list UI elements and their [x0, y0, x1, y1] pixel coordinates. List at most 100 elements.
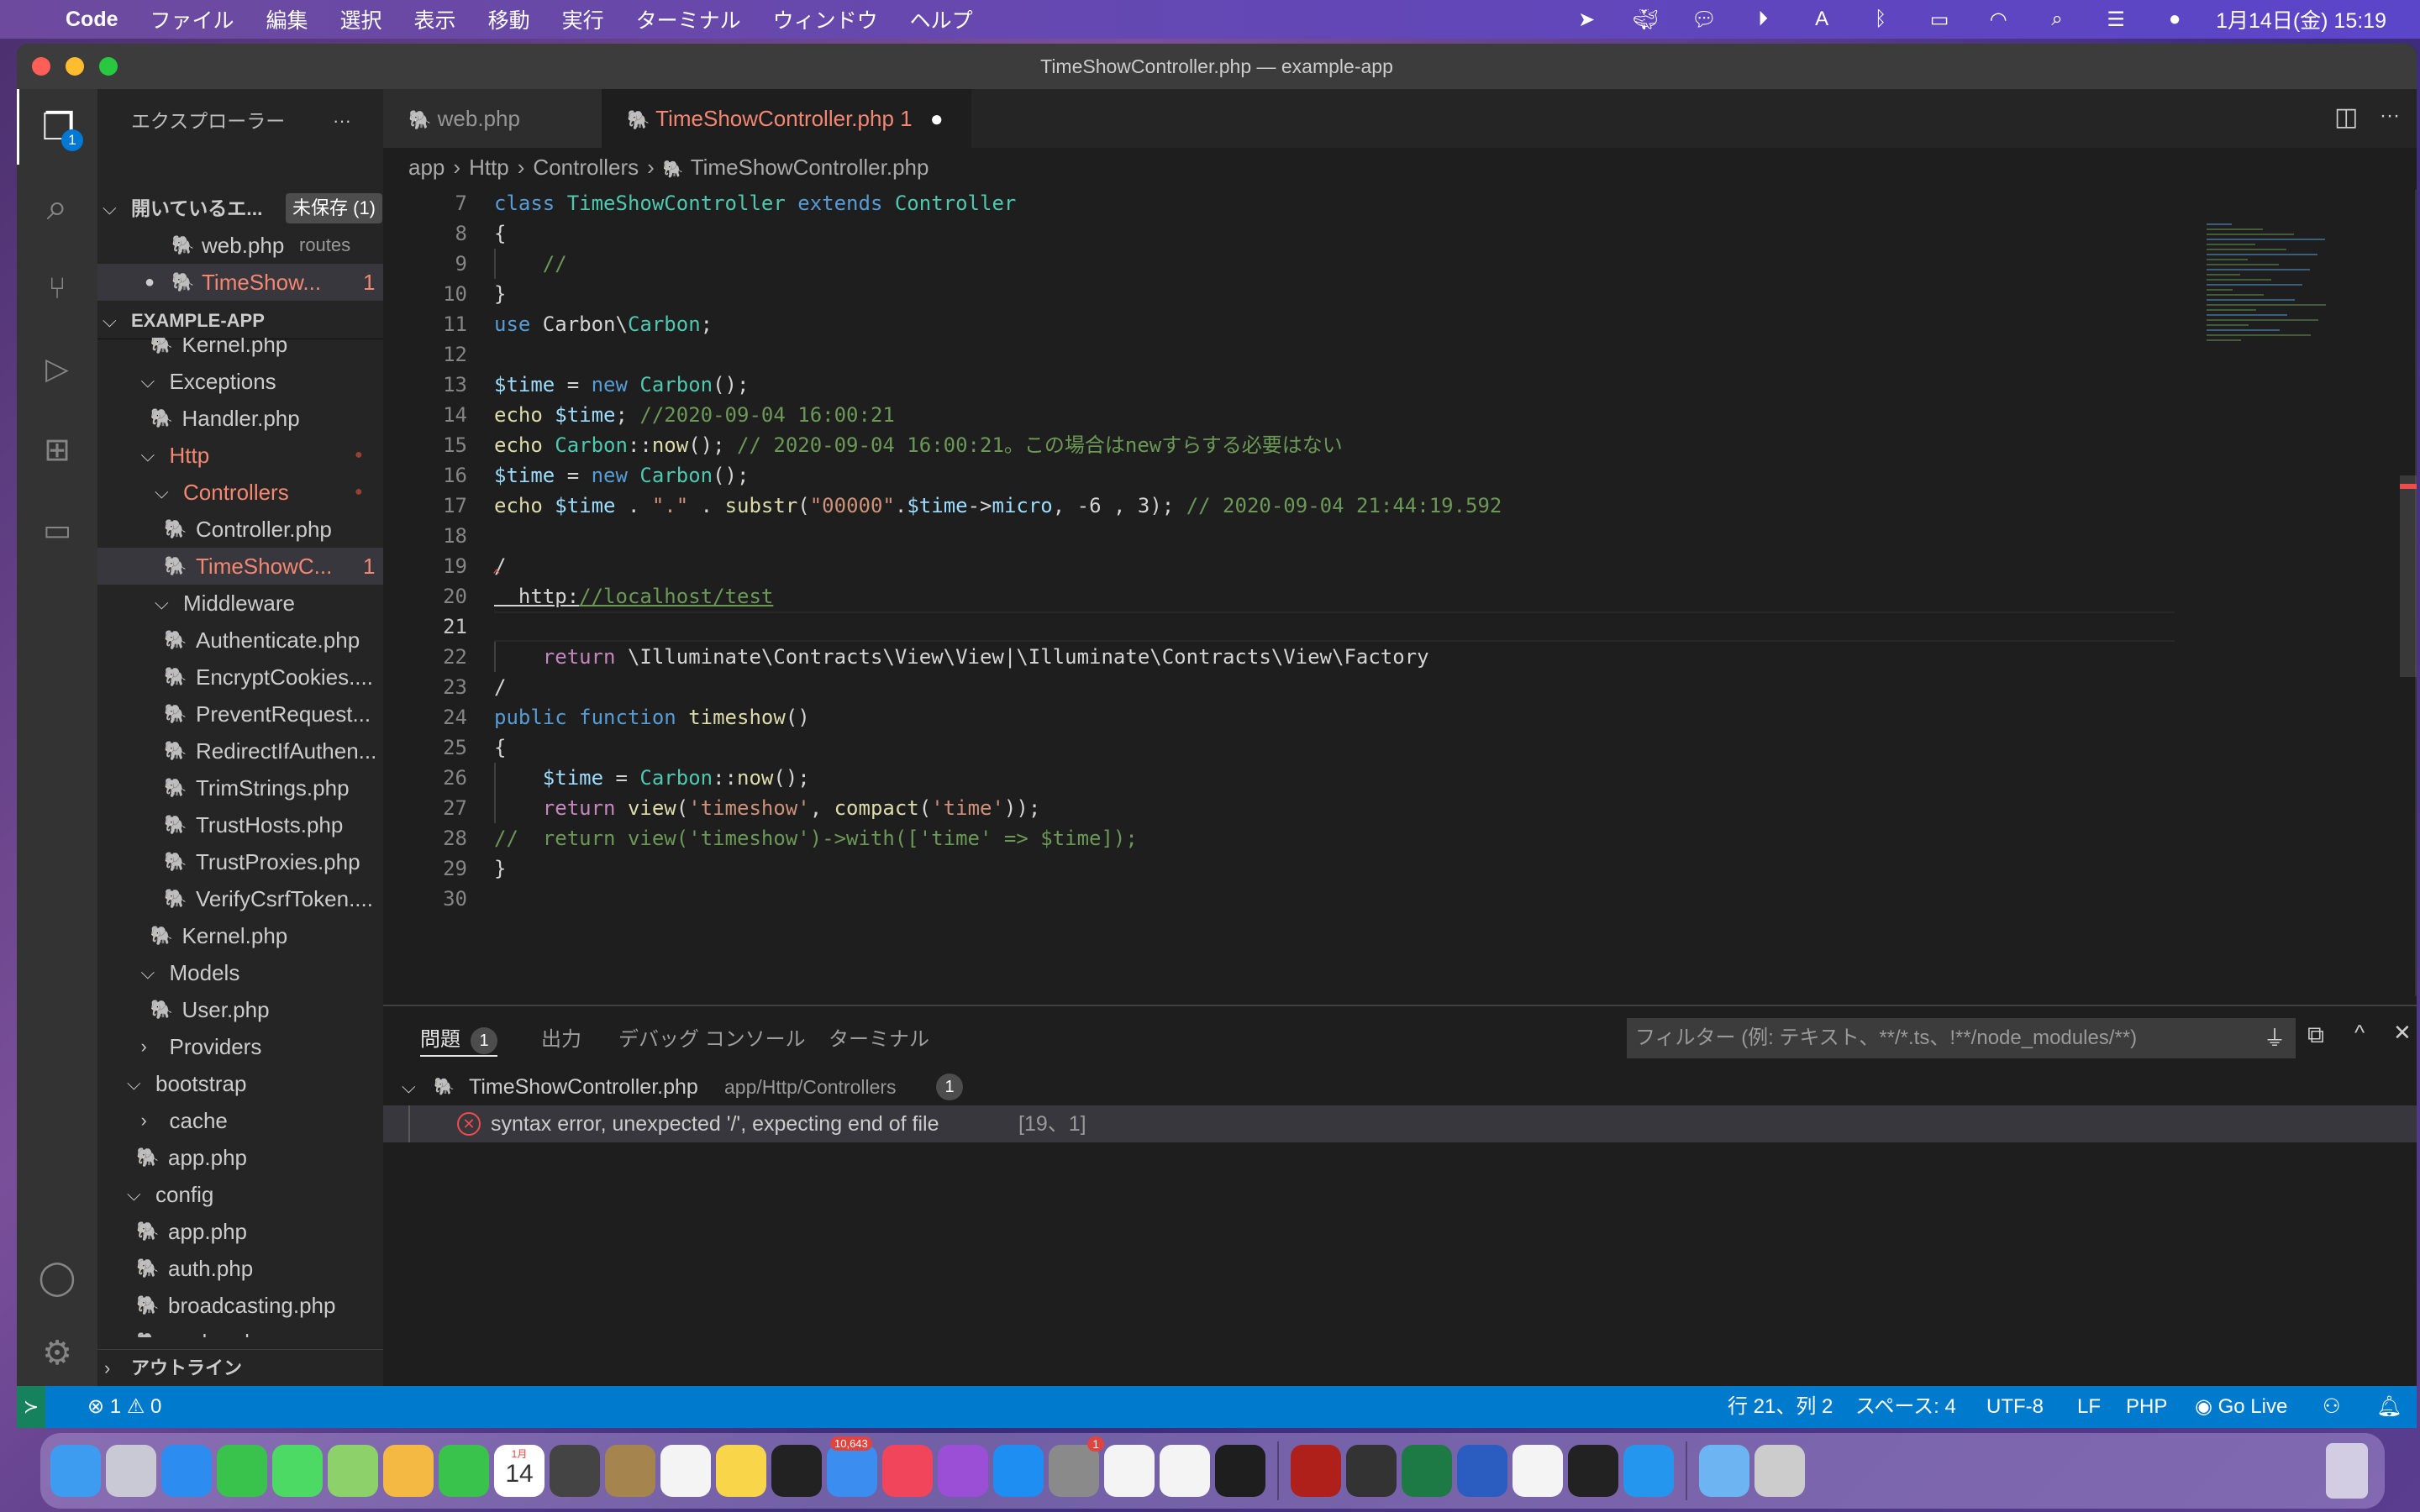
go-live-button[interactable]: ◉ Go Live: [2195, 1386, 2287, 1428]
tree-file[interactable]: 🐘 RedirectIfAuthen...: [97, 732, 383, 769]
panel-tab[interactable]: 出力: [541, 1023, 581, 1057]
dock-app-reminders[interactable]: [660, 1445, 711, 1497]
tree-file[interactable]: 🐘 TrustHosts.php: [97, 806, 383, 843]
tree-file[interactable]: 🐘 cache.php: [97, 1324, 383, 1337]
panel-tab[interactable]: デバッグ コンソール: [618, 1023, 806, 1057]
tree-file[interactable]: 🐘 app.php: [97, 1213, 383, 1250]
problems-status[interactable]: ⊗ 1 ⚠ 0: [87, 1386, 161, 1428]
tree-folder[interactable]: › Providers: [97, 1028, 383, 1065]
remote-indicator-icon[interactable]: ≻: [17, 1386, 45, 1428]
cursor-position[interactable]: 行 21、列 2: [1728, 1386, 1833, 1428]
tree-folder[interactable]: ⌵ Http ●: [97, 437, 383, 474]
panel-tab[interactable]: 問題 1: [420, 1023, 497, 1057]
extensions-activity-button[interactable]: ⊞: [17, 412, 97, 487]
tab-web-php[interactable]: 🐘 web.php: [383, 89, 602, 148]
run-debug-activity-button[interactable]: ▷: [17, 331, 97, 407]
menu-item[interactable]: ターミナル: [636, 4, 741, 34]
play-icon[interactable]: ⏵: [1750, 7, 1776, 32]
editor-scrollbar-thumb[interactable]: [2400, 475, 2417, 677]
menu-item[interactable]: 選択: [340, 4, 382, 34]
tree-file[interactable]: 🐘 Kernel.php: [97, 338, 383, 363]
minimize-window-button[interactable]: [66, 57, 84, 76]
dock-app-music[interactable]: [882, 1445, 933, 1497]
collapse-all-icon[interactable]: ⧉: [2307, 1021, 2324, 1049]
dock-app-acrobat[interactable]: [1291, 1445, 1341, 1497]
end-of-line[interactable]: LF: [2077, 1386, 2101, 1428]
minimap[interactable]: [2207, 223, 2408, 341]
tree-folder[interactable]: ⌵ Controllers ●: [97, 474, 383, 511]
more-actions-icon[interactable]: ···: [2380, 104, 2400, 128]
menu-item[interactable]: ヘルプ: [910, 4, 973, 34]
dock-app-facetime[interactable]: [439, 1445, 489, 1497]
dock-app-quicktime[interactable]: [1346, 1445, 1397, 1497]
tree-file[interactable]: 🐘 Authenticate.php: [97, 622, 383, 659]
dock-app-disk-utility[interactable]: [550, 1445, 600, 1497]
feedback-icon[interactable]: ⚇: [2323, 1386, 2341, 1428]
problem-row[interactable]: ✕ syntax error, unexpected '/', expectin…: [383, 1105, 2417, 1142]
dock-app-preview-app[interactable]: [605, 1445, 655, 1497]
dock-app-folder[interactable]: [1699, 1445, 1749, 1497]
modified-dot-icon[interactable]: ●: [145, 264, 155, 301]
indentation[interactable]: スペース: 4: [1855, 1386, 1956, 1428]
dock-app-line[interactable]: [217, 1445, 267, 1497]
tree-file[interactable]: 🐘 EncryptCookies....: [97, 659, 383, 696]
problem-file-row[interactable]: ⌵ 🐘 TimeShowController.php app/Http/Cont…: [383, 1068, 2417, 1105]
tree-file[interactable]: 🐘 Handler.php: [97, 400, 383, 437]
code-editor[interactable]: 7 class TimeShowController extends Contro…: [383, 186, 2417, 1001]
manage-button[interactable]: ⚙: [17, 1315, 97, 1391]
dock-app-word[interactable]: [1457, 1445, 1507, 1497]
tree-file[interactable]: 🐘 VerifyCsrfToken....: [97, 880, 383, 917]
menu-item[interactable]: 実行: [562, 4, 604, 34]
outline-header[interactable]: › アウトライン: [97, 1349, 383, 1386]
dock-app-calendar[interactable]: 1月 14: [494, 1445, 544, 1497]
open-editors-header[interactable]: ⌵ 開いているエ... 未保存 (1): [97, 190, 383, 227]
siri-icon[interactable]: ●: [2162, 7, 2187, 32]
dock-app-podcasts[interactable]: [938, 1445, 988, 1497]
menu-app-name[interactable]: Code: [66, 8, 118, 32]
open-editor-timeshow[interactable]: ● 🐘 TimeShow... 1: [97, 264, 383, 301]
tree-file[interactable]: 🐘 TimeShowC... 1: [97, 548, 383, 585]
search-activity-button[interactable]: ⌕: [17, 170, 97, 245]
dock-app-notes[interactable]: [716, 1445, 766, 1497]
tree-folder[interactable]: ⌵ config: [97, 1176, 383, 1213]
tree-file[interactable]: 🐘 TrimStrings.php: [97, 769, 383, 806]
zoom-window-button[interactable]: [99, 57, 118, 76]
menu-item[interactable]: ウィンドウ: [773, 4, 878, 34]
tree-folder[interactable]: ⌵ Models: [97, 954, 383, 991]
trash-icon[interactable]: [2326, 1443, 2368, 1499]
docker-icon[interactable]: 🐳︎: [1633, 7, 1658, 32]
tree-folder[interactable]: ⌵ Exceptions: [97, 363, 383, 400]
dock-app-docker[interactable]: [1623, 1445, 1674, 1497]
filter-icon[interactable]: ⏚: [2264, 1018, 2286, 1058]
tree-file[interactable]: 🐘 app.php: [97, 1139, 383, 1176]
dock-app-terminal-alt[interactable]: [1215, 1445, 1265, 1497]
tree-file[interactable]: 🐘 Controller.php: [97, 511, 383, 548]
menu-item[interactable]: 表示: [414, 4, 456, 34]
tree-file[interactable]: 🐘 Kernel.php: [97, 917, 383, 954]
tab-timeshowcontroller[interactable]: 🐘 TimeShowController.php 1 ●: [602, 89, 971, 148]
problems-filter-input[interactable]: フィルター (例: テキスト、**/*.ts、!**/node_modules/…: [1627, 1018, 2296, 1058]
dock-app-photos[interactable]: [383, 1445, 434, 1497]
breadcrumb-item[interactable]: Http: [469, 155, 509, 180]
open-editor-web-php[interactable]: 🐘 web.php routes: [97, 227, 383, 264]
breadcrumb-item[interactable]: TimeShowController.php: [691, 155, 929, 180]
panel-tab[interactable]: ターミナル: [829, 1023, 929, 1057]
battery-icon[interactable]: ▭: [1927, 7, 1952, 32]
dock-app-system-preferences[interactable]: 1: [1049, 1436, 1104, 1497]
dock-app-slack[interactable]: [1512, 1445, 1563, 1497]
notifications-bell-icon[interactable]: 🔔︎: [2376, 1386, 2402, 1428]
project-header[interactable]: ⌵ EXAMPLE-APP: [97, 302, 383, 339]
tree-file[interactable]: 🐘 PreventRequest...: [97, 696, 383, 732]
wifi-icon[interactable]: ◠: [1986, 7, 2011, 32]
control-center-icon[interactable]: ☰: [2103, 7, 2128, 32]
input-a-icon[interactable]: A: [1809, 7, 1834, 32]
spotlight-icon[interactable]: ⌕: [2044, 7, 2070, 32]
breadcrumb-item[interactable]: Controllers: [533, 155, 639, 180]
dock-app-excel[interactable]: [1402, 1445, 1452, 1497]
more-actions-button[interactable]: ···: [333, 96, 351, 146]
source-control-activity-button[interactable]: ⑂: [17, 250, 97, 326]
remote-explorer-activity-button[interactable]: ▭: [17, 492, 97, 568]
tree-file[interactable]: 🐘 auth.php: [97, 1250, 383, 1287]
breadcrumb-item[interactable]: app: [408, 155, 445, 180]
tree-file[interactable]: 🐘 User.php: [97, 991, 383, 1028]
